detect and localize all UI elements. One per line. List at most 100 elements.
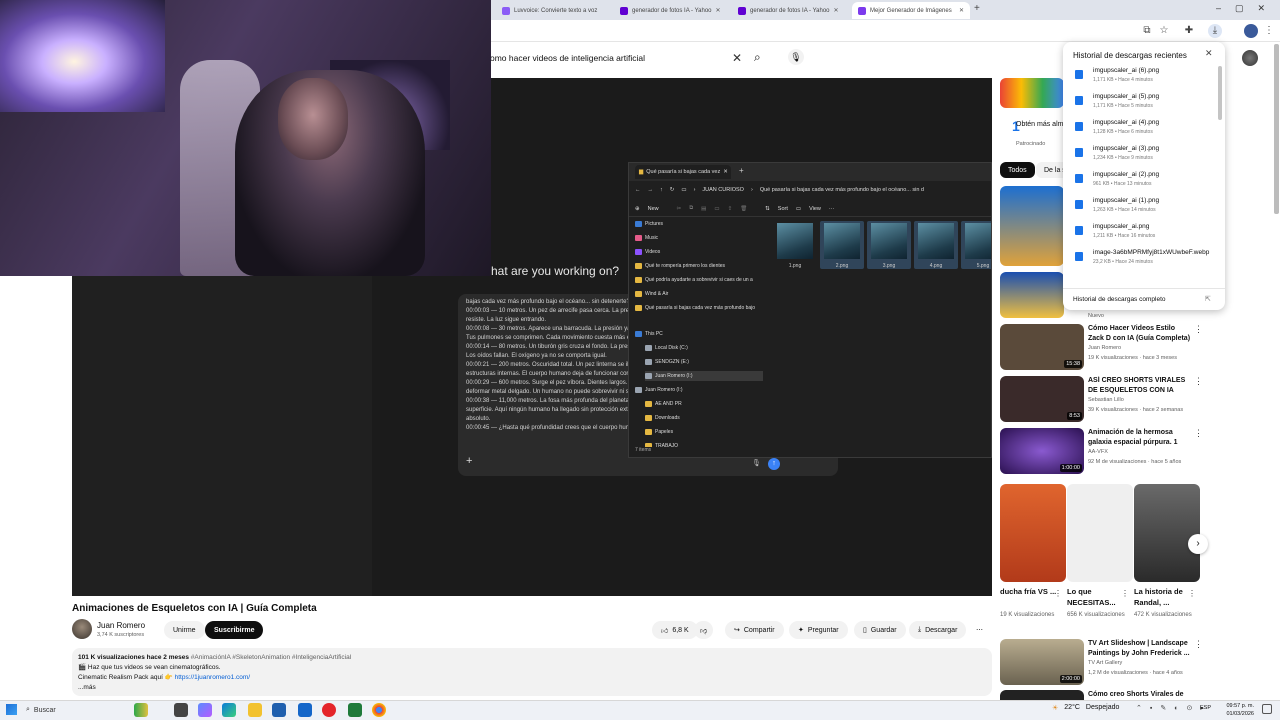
opera-icon[interactable]: [322, 703, 336, 717]
language-indicator[interactable]: ESP: [1200, 705, 1211, 711]
browser-tab[interactable]: generador de fotos IA - Yahoo ✕: [732, 2, 844, 19]
filter-chip-all[interactable]: Todos: [1000, 162, 1035, 178]
voice-search-icon[interactable]: 🎙: [788, 49, 804, 65]
channel-name[interactable]: Juan Romero: [1088, 345, 1121, 351]
short-title[interactable]: La historia de Randal, ...: [1134, 586, 1194, 608]
channel-name[interactable]: TV Art Gallery: [1088, 660, 1122, 666]
edge-icon[interactable]: [222, 703, 236, 717]
video-description[interactable]: 101 K visualizaciones hace 2 meses #Anim…: [72, 648, 992, 696]
hashtags[interactable]: #AnimaciónIA #SkeletonAnimation #Intelig…: [191, 654, 351, 661]
browser-tab[interactable]: generador de fotos IA - Yahoo ✕: [614, 2, 726, 19]
external-link-icon[interactable]: ⇱: [1205, 295, 1211, 303]
download-item[interactable]: imgupscaler_ai (2).png 961 KB • Hace 13 m…: [1071, 170, 1211, 194]
clear-search-icon[interactable]: ✕: [732, 51, 742, 65]
ad-thumbnail[interactable]: [1000, 78, 1064, 108]
download-item[interactable]: imgupscaler_ai (5).png 1,171 KB • Hace 5 …: [1071, 92, 1211, 116]
store-icon[interactable]: [272, 703, 286, 717]
browser-tab-active[interactable]: Mejor Generador de Imágenes ✕: [852, 2, 970, 19]
video-thumbnail[interactable]: 15:38: [1000, 324, 1084, 370]
close-tab-icon[interactable]: ✕: [834, 7, 839, 14]
dislike-button[interactable]: 👎︎: [694, 621, 714, 639]
more-options-icon[interactable]: ⋮: [1194, 324, 1203, 335]
more-actions-icon[interactable]: ⋯: [972, 621, 987, 639]
browser-tab[interactable]: Luvvoice: Convierte texto a voz✕: [496, 2, 602, 19]
subscribe-button[interactable]: Suscribirme: [205, 621, 264, 639]
notifications-icon[interactable]: [1262, 704, 1272, 714]
video-thumbnail[interactable]: [1000, 186, 1064, 266]
more-options-icon[interactable]: ⋮: [1188, 589, 1196, 598]
file-explorer-icon[interactable]: [248, 703, 262, 717]
video-thumbnail[interactable]: 8:53: [1000, 376, 1084, 422]
video-thumbnail[interactable]: [1000, 690, 1084, 700]
ad-text[interactable]: Obtén más almacenamiento: [1016, 120, 1064, 130]
chevron-right-icon[interactable]: ›: [1188, 534, 1208, 554]
close-tab-icon[interactable]: ✕: [601, 7, 602, 14]
channel-name[interactable]: Sebastian Lillo: [1088, 397, 1124, 403]
short-title[interactable]: ducha fría VS ...: [1000, 586, 1060, 608]
download-item[interactable]: imgupscaler_ai (1).png 1,263 KB • Hace 14…: [1071, 196, 1211, 220]
close-icon[interactable]: ✕: [1205, 48, 1213, 59]
window-controls[interactable]: –▢✕: [1216, 3, 1279, 14]
related-video[interactable]: 15:38 Cómo Hacer Videos Estilo Zack D co…: [1000, 324, 1203, 372]
profile-avatar[interactable]: [1244, 24, 1258, 38]
like-button[interactable]: 👍︎ 6,8 K: [652, 621, 698, 639]
short-thumbnail[interactable]: [1067, 484, 1133, 582]
join-button[interactable]: Unirme: [164, 621, 205, 639]
full-download-history-link[interactable]: Historial de descargas completo: [1073, 296, 1166, 303]
windows-start-icon[interactable]: [6, 704, 17, 715]
channel-avatar[interactable]: [72, 619, 92, 639]
task-view-icon[interactable]: [174, 703, 188, 717]
word-icon[interactable]: [298, 703, 312, 717]
video-thumbnail[interactable]: [1000, 272, 1064, 318]
copilot-icon[interactable]: [198, 703, 212, 717]
more-options-icon[interactable]: ⋮: [1194, 376, 1203, 387]
download-button[interactable]: ⤓ Descargar: [909, 621, 967, 639]
more-options-icon[interactable]: ⋮: [1054, 589, 1062, 598]
ask-button[interactable]: ✦ Preguntar: [789, 621, 848, 639]
youtube-avatar[interactable]: [1242, 50, 1258, 66]
related-video[interactable]: 8:53 ASÍ CREO SHORTS VIRALES DE ESQUELET…: [1000, 376, 1203, 424]
download-item[interactable]: imgupscaler_ai (6).png 1,171 KB • Hace 4 …: [1071, 66, 1211, 90]
taskbar-widget-icon[interactable]: [134, 703, 148, 717]
video-title[interactable]: Cómo Hacer Videos Estilo Zack D con IA (…: [1088, 324, 1192, 344]
show-more-link[interactable]: ...más: [78, 683, 986, 693]
download-item[interactable]: image-3a6bMPRMfyj8t1xWUwbeF.webp 23,2 KB …: [1071, 248, 1211, 272]
bookmark-star-icon[interactable]: ☆: [1157, 24, 1171, 38]
video-title[interactable]: Cómo creo Shorts Virales de: [1088, 690, 1192, 700]
extensions-icon[interactable]: ✚: [1182, 24, 1196, 38]
video-thumbnail[interactable]: 1:00:00: [1000, 428, 1084, 474]
description-link[interactable]: https://1juanromero1.com/: [175, 674, 251, 681]
search-icon[interactable]: ⌕: [754, 50, 761, 65]
channel-name[interactable]: AA-VFX: [1088, 449, 1108, 455]
download-icon[interactable]: ⤓: [1208, 24, 1222, 38]
short-title[interactable]: Lo que NECESITAS...: [1067, 586, 1127, 608]
related-video[interactable]: 1:00:00 Animación de la hermosa galaxia …: [1000, 428, 1203, 476]
cast-icon[interactable]: ⧉: [1140, 24, 1154, 38]
scrollbar[interactable]: [1218, 66, 1222, 120]
short-thumbnail[interactable]: [1134, 484, 1200, 582]
video-thumbnail[interactable]: 2:00:00: [1000, 639, 1084, 685]
related-video[interactable]: 2:00:00 TV Art Slideshow | Landscape Pai…: [1000, 639, 1203, 687]
video-title[interactable]: ASÍ CREO SHORTS VIRALES DE ESQUELETOS CO…: [1088, 376, 1192, 396]
page-scrollbar[interactable]: [1274, 44, 1279, 214]
clock[interactable]: 09:57 p. m. 01/03/2026: [1220, 702, 1254, 718]
related-video[interactable]: Cómo creo Shorts Virales de: [1000, 690, 1200, 700]
app-icon[interactable]: [348, 703, 362, 717]
more-options-icon[interactable]: ⋮: [1121, 589, 1129, 598]
new-tab-button[interactable]: +: [974, 3, 980, 14]
more-options-icon[interactable]: ⋮: [1194, 639, 1203, 650]
menu-kebab-icon[interactable]: ⋮: [1262, 24, 1276, 38]
more-options-icon[interactable]: ⋮: [1194, 428, 1203, 439]
short-thumbnail[interactable]: [1000, 484, 1066, 582]
close-tab-icon[interactable]: ✕: [716, 7, 721, 14]
channel-name[interactable]: Juan Romero: [97, 621, 145, 630]
weather-widget[interactable]: ☀ 22°C Despejado: [1052, 704, 1119, 712]
download-item[interactable]: imgupscaler_ai (3).png 1,234 KB • Hace 9 …: [1071, 144, 1211, 168]
share-button[interactable]: ↪ Compartir: [725, 621, 784, 639]
download-item[interactable]: imgupscaler_ai (4).png 1,128 KB • Hace 6 …: [1071, 118, 1211, 142]
download-item[interactable]: imgupscaler_ai.png 1,211 KB • Hace 16 min…: [1071, 222, 1211, 246]
video-title[interactable]: TV Art Slideshow | Landscape Paintings b…: [1088, 639, 1192, 659]
chrome-icon[interactable]: [372, 703, 386, 717]
save-button[interactable]: ▯ Guardar: [854, 621, 906, 639]
close-tab-icon[interactable]: ✕: [959, 7, 964, 14]
